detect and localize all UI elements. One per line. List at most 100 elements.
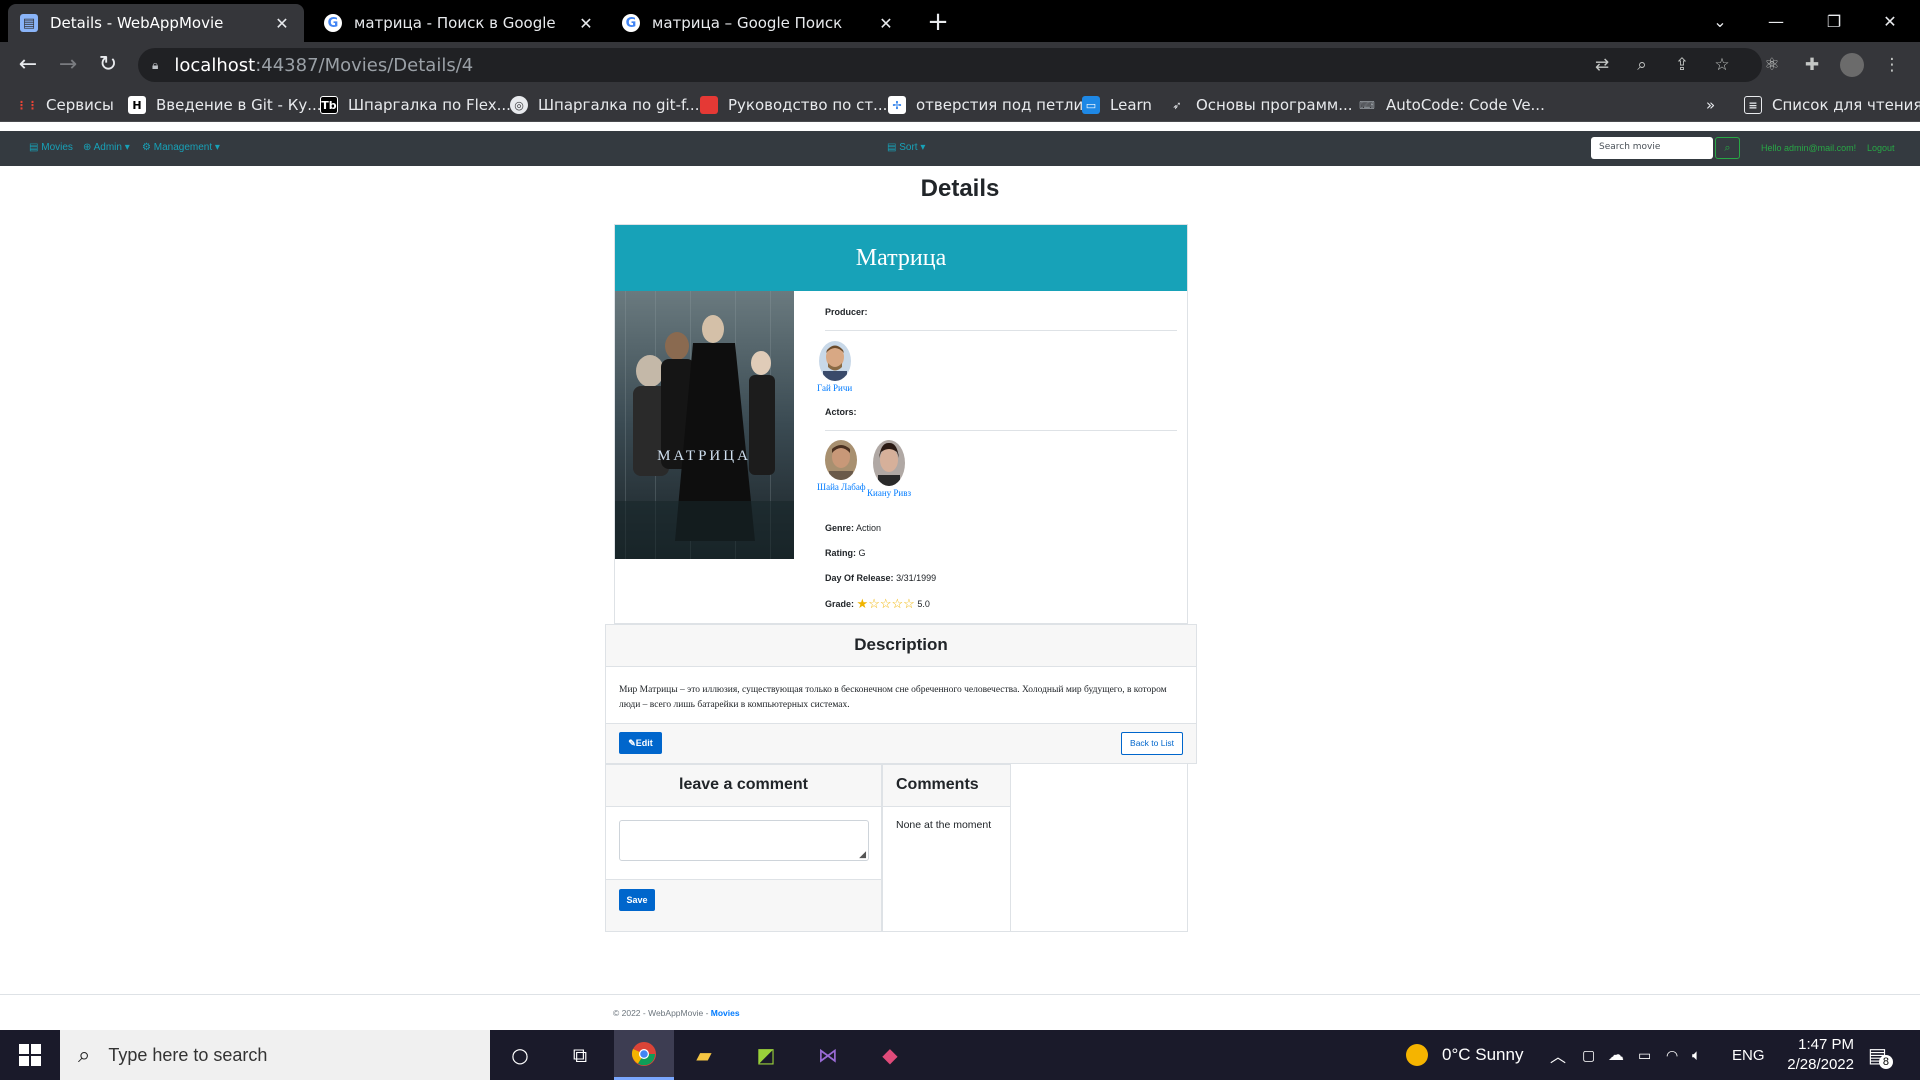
browser-toolbar: ← → ↻ 🔒︎ localhost:44387/Movies/Details/… xyxy=(0,42,1920,88)
edit-button[interactable]: ✎Edit xyxy=(619,732,662,754)
browser-tab-details[interactable]: ▤ Details - WebAppMovie ✕ xyxy=(8,4,304,42)
bookmark-site-icon: ⌨ xyxy=(1359,98,1375,112)
bookmark-autocode[interactable]: ⌨ AutoCode: Code Ve... xyxy=(1358,94,1545,116)
rating-label: Rating: xyxy=(825,548,856,558)
leave-comment-card: leave a comment ◢ Save xyxy=(605,764,882,932)
close-tab-icon[interactable]: ✕ xyxy=(876,14,896,33)
bookmark-style-guide[interactable]: Руководство по ст... xyxy=(700,94,887,116)
actor-name[interactable]: Шайа Лабаф xyxy=(817,482,866,492)
clock[interactable]: 1:47 PM 2/28/2022 xyxy=(1772,1030,1854,1080)
close-tab-icon[interactable]: ✕ xyxy=(576,14,596,33)
bookmark-git-intro[interactable]: H Введение в Git - Ку... xyxy=(128,94,322,116)
logout-link[interactable]: Logout xyxy=(1867,143,1895,153)
nav-movies-link[interactable]: ▤ Movies xyxy=(29,142,73,153)
notifications-button[interactable]: ▤ 8 xyxy=(1868,1030,1893,1080)
google-icon: G xyxy=(324,14,342,32)
bookmark-flex-cheatsheet[interactable]: Tb Шпаргалка по Flex... xyxy=(320,94,511,116)
bookmark-services[interactable]: ⋮⋮ Сервисы xyxy=(16,94,114,116)
language-indicator[interactable]: ENG xyxy=(1732,1030,1765,1080)
onedrive-icon[interactable]: ☁ xyxy=(1608,1030,1624,1080)
menu-kebab-icon[interactable]: ⋮ xyxy=(1880,53,1904,77)
windows-start-button[interactable] xyxy=(0,1030,60,1080)
release-label: Day Of Release: xyxy=(825,573,894,583)
grade-stars: ★☆☆☆☆ xyxy=(857,596,915,612)
forward-arrow-icon[interactable]: → xyxy=(54,51,82,79)
zoom-icon[interactable]: ⌕ xyxy=(1630,53,1654,77)
minimize-button[interactable]: — xyxy=(1748,0,1804,42)
chrome-icon xyxy=(631,1041,656,1066)
tab-search-chevron-icon[interactable]: ⌄ xyxy=(1692,0,1748,42)
movie-details-card: Матрица МАТРИЦА Producer: Гай Ричи Actor… xyxy=(614,224,1188,624)
movie-poster: МАТРИЦА xyxy=(615,291,794,559)
bookmark-star-icon[interactable]: ☆ xyxy=(1710,53,1734,77)
rating-row: Rating: G xyxy=(825,548,866,558)
reading-list-button[interactable]: ≡ Список для чтения xyxy=(1744,94,1920,116)
actor-name[interactable]: Киану Ривз xyxy=(867,488,911,498)
address-bar[interactable]: 🔒︎ localhost:44387/Movies/Details/4 xyxy=(138,48,1762,82)
browser-tab-google-search-2[interactable]: G матрица – Google Поиск ✕ xyxy=(610,4,908,42)
share-icon[interactable]: ⇪ xyxy=(1670,53,1694,77)
react-devtools-icon[interactable]: ⚛ xyxy=(1760,53,1784,77)
wifi-icon[interactable]: ◠ xyxy=(1666,1030,1678,1080)
resize-handle-icon[interactable]: ◢ xyxy=(859,850,866,860)
producer-name[interactable]: Гай Ричи xyxy=(817,383,852,393)
jetbrains-icon[interactable]: ◩ xyxy=(736,1030,796,1080)
nav-management-dropdown[interactable]: ⚙ Management ▾ xyxy=(142,142,220,153)
weather-widget[interactable]: 0°C Sunny xyxy=(1406,1030,1523,1080)
bookmark-hinge-holes[interactable]: ✢ отверстия под петли xyxy=(888,94,1083,116)
star-filled-icon: ★ xyxy=(856,596,869,611)
reading-list-icon: ≡ xyxy=(1744,96,1762,114)
back-to-list-button[interactable]: Back to List xyxy=(1121,732,1183,755)
chrome-taskbar-icon[interactable] xyxy=(614,1030,674,1080)
browser-tab-google-search-1[interactable]: G матрица - Поиск в Google ✕ xyxy=(312,4,608,42)
description-header: Description xyxy=(606,625,1196,667)
bookmarks-more-button[interactable]: » xyxy=(1706,94,1715,116)
nav-sort-label: Sort xyxy=(899,142,918,153)
nav-sort-dropdown[interactable]: ▤ Sort ▾ xyxy=(887,142,925,153)
close-tab-icon[interactable]: ✕ xyxy=(272,14,292,33)
bookmark-site-icon xyxy=(700,96,718,114)
save-comment-button[interactable]: Save xyxy=(619,889,655,911)
cortana-icon[interactable]: ○ xyxy=(490,1030,550,1080)
volume-icon[interactable]: 🔈︎ xyxy=(1692,1030,1701,1080)
nav-admin-dropdown[interactable]: ⊕ Admin ▾ xyxy=(83,142,130,153)
bookmark-site-icon: ➶ xyxy=(1172,98,1182,112)
windows-logo-icon xyxy=(19,1044,41,1066)
search-icon[interactable]: ⌕ xyxy=(1715,137,1740,159)
divider xyxy=(825,330,1177,331)
battery-icon[interactable]: ▭ xyxy=(1638,1030,1651,1080)
bookmark-site-icon: H xyxy=(128,96,146,114)
description-text: Мир Матрицы – это иллюзия, существующая … xyxy=(619,685,1167,710)
actor-card[interactable]: Шайа Лабаф xyxy=(817,440,866,492)
taskbar-search-box[interactable]: ⌕ Type here to search xyxy=(60,1030,490,1080)
task-view-icon[interactable]: ⧉ xyxy=(550,1030,610,1080)
footer-movies-link[interactable]: Movies xyxy=(711,1008,740,1018)
bookmark-label: отверстия под петли xyxy=(916,96,1084,114)
actors-label: Actors: xyxy=(825,407,857,417)
bookmark-git-flow[interactable]: ◎ Шпаргалка по git-f... xyxy=(510,94,699,116)
meet-now-icon[interactable]: ▢ xyxy=(1582,1030,1595,1080)
close-window-button[interactable]: ✕ xyxy=(1862,0,1918,42)
producer-card[interactable]: Гай Ричи xyxy=(817,341,852,393)
paint-app-icon[interactable]: ◆ xyxy=(860,1030,920,1080)
star-empty-icon: ☆ xyxy=(868,596,880,611)
tray-chevron-icon[interactable]: ︿ xyxy=(1550,1030,1566,1080)
comment-textarea[interactable]: ◢ xyxy=(619,820,869,861)
back-arrow-icon[interactable]: ← xyxy=(14,51,42,79)
file-explorer-icon[interactable]: ▰ xyxy=(674,1030,734,1080)
user-greeting[interactable]: Hello admin@mail.com! xyxy=(1761,143,1856,153)
translate-icon[interactable]: ⇄ xyxy=(1590,53,1614,77)
new-tab-button[interactable]: + xyxy=(924,8,952,36)
reload-icon[interactable]: ↻ xyxy=(94,51,122,79)
visual-studio-icon[interactable]: ⋈ xyxy=(798,1030,858,1080)
description-card: Description Мир Матрицы – это иллюзия, с… xyxy=(605,624,1197,764)
actor-card[interactable]: Киану Ривз xyxy=(867,440,911,498)
lock-icon[interactable]: 🔒︎ xyxy=(152,58,158,73)
bookmark-programming-basics[interactable]: ➶ Основы программ... xyxy=(1168,94,1352,116)
movie-search-input[interactable]: Search movie xyxy=(1591,137,1713,159)
bookmark-label: Learn xyxy=(1110,96,1152,114)
extensions-puzzle-icon[interactable]: ✚ xyxy=(1800,53,1824,77)
profile-avatar[interactable] xyxy=(1840,53,1864,77)
restore-button[interactable]: ❐ xyxy=(1806,0,1862,42)
bookmark-learn[interactable]: ▭ Learn xyxy=(1082,94,1152,116)
